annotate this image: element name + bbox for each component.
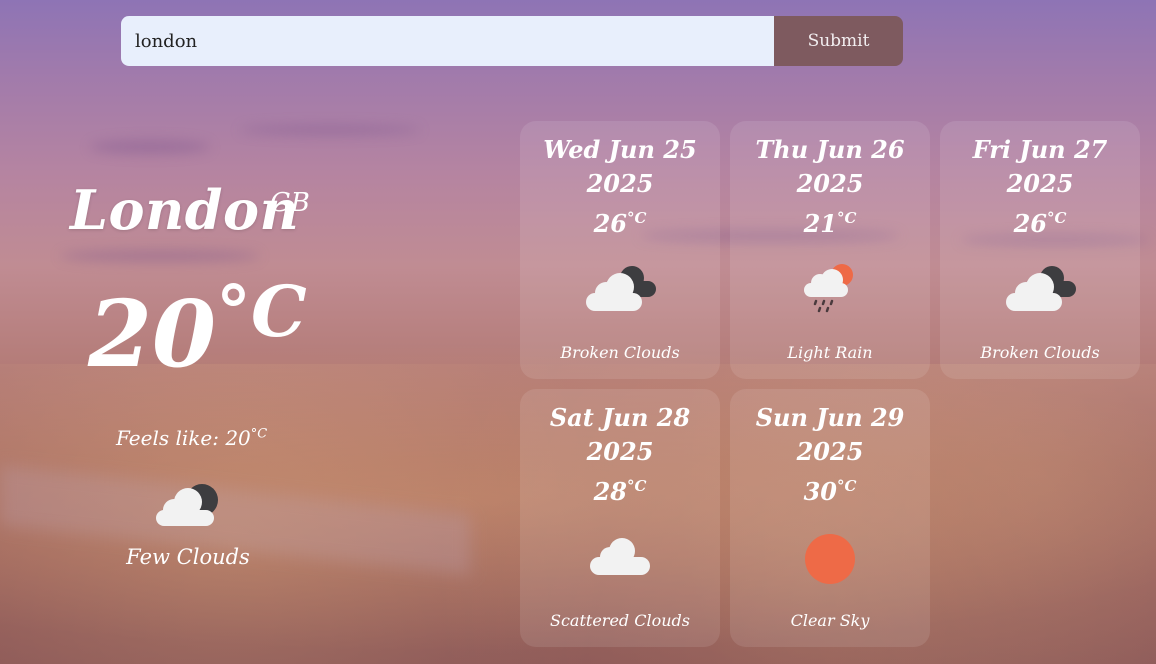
- forecast-year: 2025: [796, 437, 864, 466]
- background-cloud: [240, 125, 420, 135]
- forecast-card: Sun Jun 29 2025 30°C Clear Sky: [730, 389, 930, 647]
- clear-sky-icon: [805, 534, 855, 584]
- forecast-temperature: 28°C: [520, 469, 720, 509]
- forecast-year: 2025: [586, 169, 654, 198]
- forecast-temperature: 26°C: [940, 201, 1140, 241]
- current-description: Few Clouds: [126, 545, 250, 569]
- forecast-date: Thu Jun 26: [755, 135, 905, 164]
- background-cloud: [90, 140, 210, 154]
- forecast-description: Light Rain: [787, 343, 873, 362]
- search-bar: Submit: [121, 16, 903, 66]
- background-cloud: [60, 250, 260, 262]
- forecast-temperature-unit: °C: [1046, 209, 1067, 227]
- forecast-temperature-unit: °C: [626, 209, 647, 227]
- broken-clouds-icon: [1006, 266, 1076, 311]
- forecast-year: 2025: [1006, 169, 1074, 198]
- feels-like: Feels like: 20°C: [116, 426, 267, 450]
- forecast-date: Sat Jun 28: [549, 403, 691, 432]
- forecast-temperature-value: 26: [593, 209, 627, 238]
- forecast-date: Fri Jun 27: [972, 135, 1108, 164]
- forecast-temperature-value: 21: [803, 209, 837, 238]
- light-rain-icon: [804, 264, 853, 313]
- forecast-temperature: 21°C: [730, 201, 930, 241]
- forecast-description: Broken Clouds: [560, 343, 680, 362]
- forecast-temperature: 26°C: [520, 201, 720, 241]
- broken-clouds-icon: [586, 266, 656, 311]
- current-temperature: 20°C: [88, 277, 307, 381]
- current-temperature-value: 20: [88, 280, 217, 388]
- feels-like-text: Feels like: 20: [116, 426, 251, 450]
- forecast-temperature-unit: °C: [836, 209, 857, 227]
- few-clouds-icon: [156, 484, 218, 526]
- forecast-card: Fri Jun 27 2025 26°C Broken Clouds: [940, 121, 1140, 379]
- forecast-card: Sat Jun 28 2025 28°C Scattered Clouds: [520, 389, 720, 647]
- forecast-temperature: 30°C: [730, 469, 930, 509]
- forecast-temperature-value: 28: [593, 477, 627, 506]
- current-temperature-unit: °C: [216, 270, 307, 353]
- forecast-card: Wed Jun 25 2025 26°C Broken Clouds: [520, 121, 720, 379]
- forecast-description: Broken Clouds: [980, 343, 1100, 362]
- forecast-temperature-value: 30: [803, 477, 837, 506]
- forecast-temperature-unit: °C: [626, 477, 647, 495]
- forecast-card: Thu Jun 26 2025 21°C Light Rain: [730, 121, 930, 379]
- forecast-date: Sun Jun 29: [755, 403, 905, 432]
- submit-button[interactable]: Submit: [774, 16, 903, 66]
- forecast-temperature-value: 26: [1013, 209, 1047, 238]
- forecast-date: Wed Jun 25: [543, 135, 697, 164]
- city-search-input[interactable]: [121, 16, 774, 66]
- forecast-year: 2025: [796, 169, 864, 198]
- country-code: GB: [270, 188, 310, 218]
- city-name: London: [70, 178, 300, 242]
- forecast-temperature-unit: °C: [836, 477, 857, 495]
- forecast-description: Clear Sky: [790, 611, 870, 630]
- forecast-year: 2025: [586, 437, 654, 466]
- feels-like-unit: °C: [250, 426, 268, 442]
- scattered-clouds-icon: [590, 538, 650, 575]
- forecast-description: Scattered Clouds: [550, 611, 690, 630]
